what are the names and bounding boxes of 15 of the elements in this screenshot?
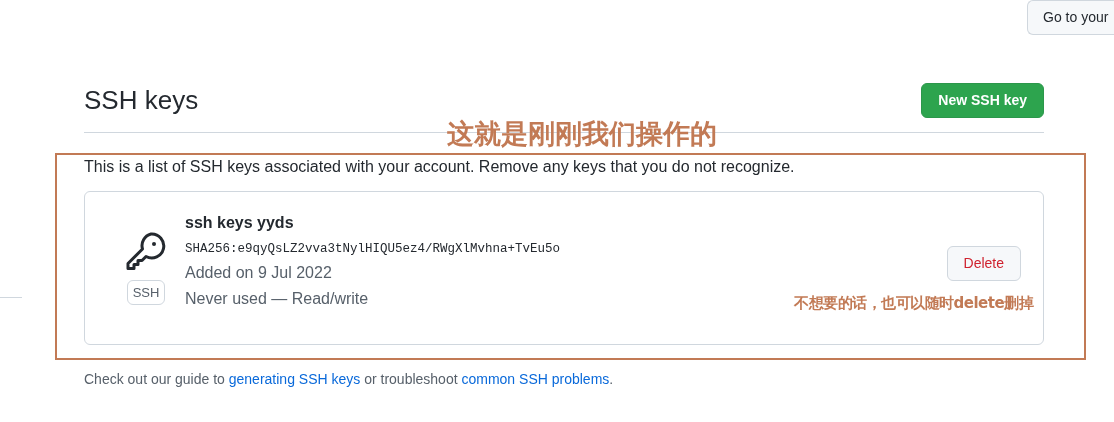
new-ssh-key-button[interactable]: New SSH key <box>921 83 1044 118</box>
help-text: Check out our guide to generating SSH keys or troubleshoot common SSH problems. <box>84 370 615 389</box>
key-icon <box>125 231 167 271</box>
delete-button[interactable]: Delete <box>946 245 1021 281</box>
annotation-heading: 这就是刚刚我们操作的 <box>447 118 717 150</box>
description-text: This is a list of SSH keys associated with your account. Remove any keys that you do not recognize. <box>84 157 796 177</box>
key-type-label: SSH <box>126 280 166 305</box>
go-to-button[interactable]: Go to your <box>1027 0 1114 35</box>
key-title: ssh keys yyds <box>185 212 294 233</box>
help-link[interactable]: generating SSH keys <box>228 371 361 387</box>
usage-text: Never used — Read/write <box>185 288 369 309</box>
key-fingerprint: SHA256:e9qyQsLZ2vva3tNylHIQU5ez4/RWgXlMvhna+TvEu5o <box>185 240 561 258</box>
page-title: SSH keys <box>84 84 199 117</box>
added-date: Added on 9 Jul 2022 <box>185 262 332 283</box>
annotation-note: 不想要的话，也可以随时delete删掉 <box>794 293 1034 314</box>
